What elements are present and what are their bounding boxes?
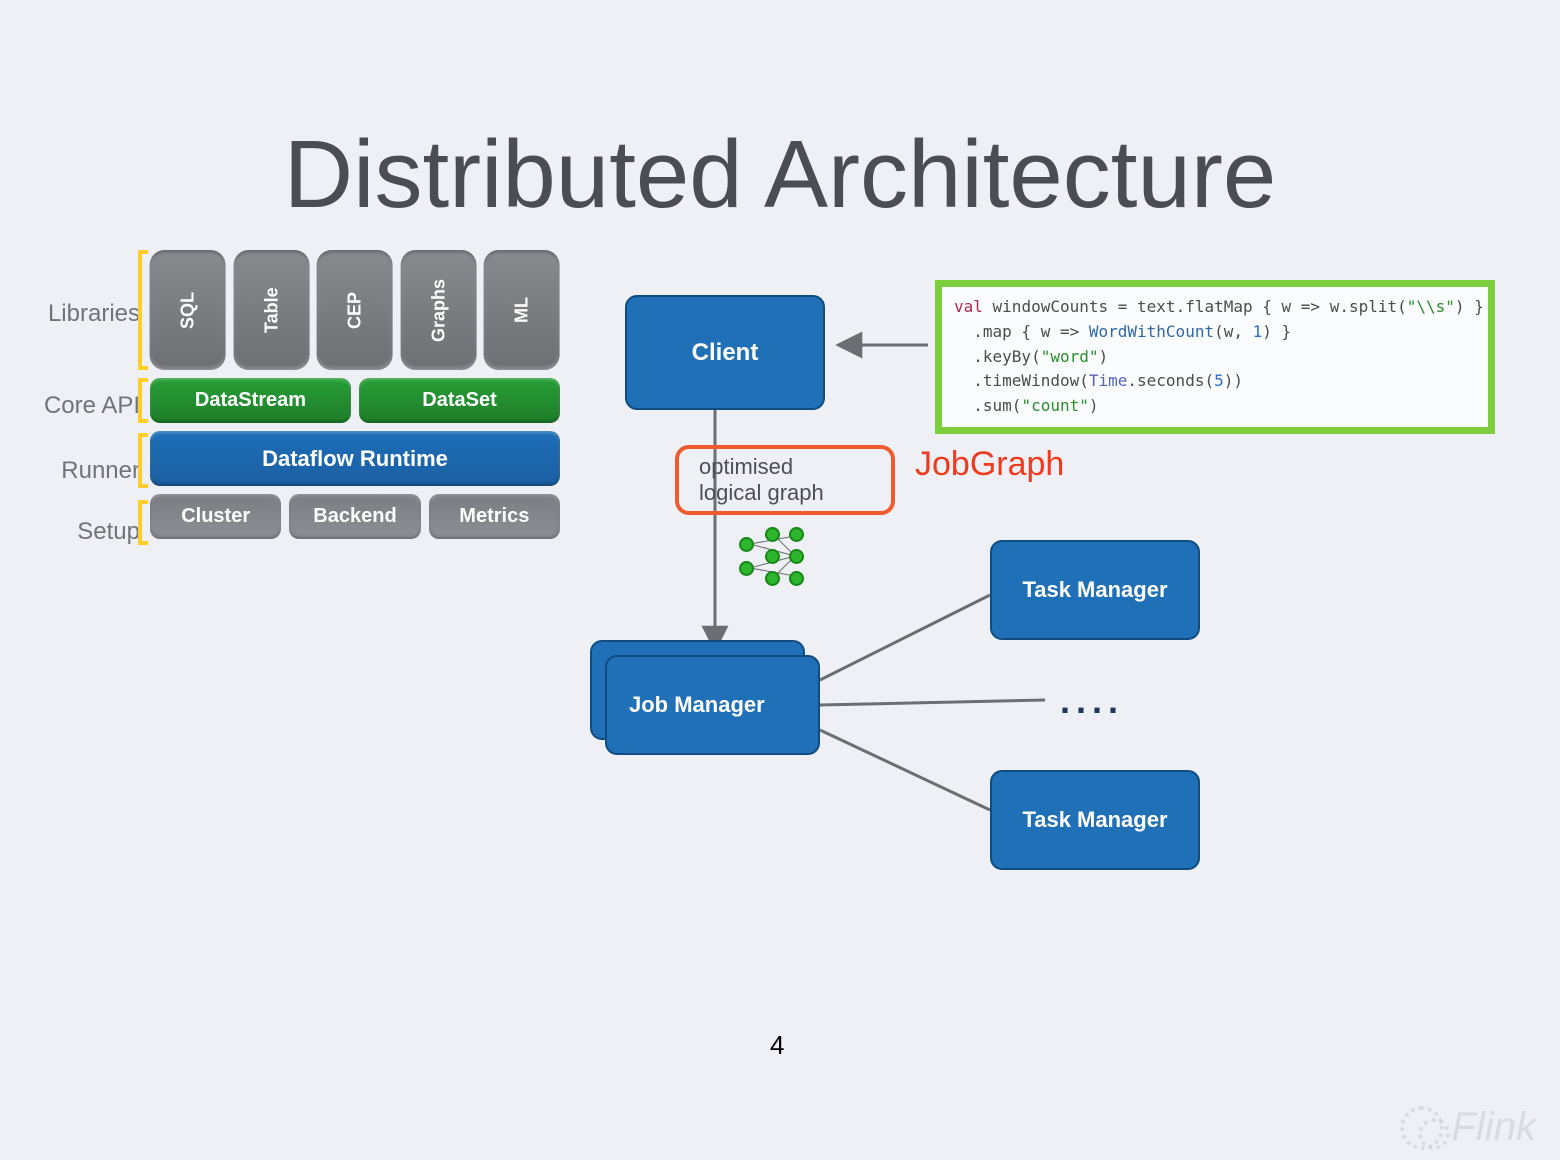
code-text: ) <box>1089 396 1099 415</box>
runner-row: Dataflow Runtime <box>150 431 560 486</box>
code-text: windowCounts <box>983 297 1118 316</box>
optimised-graph-label: optimised logical graph <box>675 445 895 515</box>
bracket-icon <box>138 250 148 370</box>
graph-nodes-icon <box>727 527 817 592</box>
code-text: .sum( <box>954 396 1021 415</box>
code-text: ) } <box>1262 322 1291 341</box>
label-core-api: Core API <box>44 392 140 420</box>
watermark: Flink <box>1400 1105 1536 1150</box>
setup-cluster: Cluster <box>150 494 281 539</box>
code-text: ) } <box>1455 297 1484 316</box>
layer-stack: Libraries Core API Runner Setup SQL Tabl… <box>150 250 560 547</box>
code-num: 5 <box>1214 371 1224 390</box>
libraries-row: SQL Table CEP Graphs ML <box>150 250 560 370</box>
code-kw: val <box>954 297 983 316</box>
code-text: .keyBy( <box>954 347 1041 366</box>
setup-backend: Backend <box>289 494 420 539</box>
lib-cep: CEP <box>317 250 393 370</box>
core-api-row: DataStream DataSet <box>150 378 560 423</box>
page-number: 4 <box>770 1030 784 1061</box>
code-str: "count" <box>1021 396 1088 415</box>
lib-ml: ML <box>484 250 560 370</box>
bracket-icon <box>138 378 148 423</box>
job-manager-box: Job Manager <box>605 655 820 755</box>
code-text: )) <box>1224 371 1243 390</box>
watermark-icon <box>1400 1106 1444 1150</box>
setup-row: Cluster Backend Metrics <box>150 494 560 539</box>
label-libraries: Libraries <box>48 300 140 328</box>
core-dataset: DataSet <box>359 378 560 423</box>
code-text: = text.flatMap { w => w.split( <box>1118 297 1407 316</box>
code-type: Time <box>1089 371 1128 390</box>
label-setup: Setup <box>77 518 140 546</box>
lib-graphs: Graphs <box>401 250 477 370</box>
opt-line2: logical graph <box>699 480 824 505</box>
code-text: .map { w => <box>954 322 1089 341</box>
code-fn: WordWithCount <box>1089 322 1214 341</box>
label-runner: Runner <box>61 457 140 485</box>
jobgraph-label: JobGraph <box>915 445 1064 484</box>
slide-title: Distributed Architecture <box>284 120 1276 230</box>
core-datastream: DataStream <box>150 378 351 423</box>
lib-table: Table <box>234 250 310 370</box>
code-text: .timeWindow( <box>954 371 1089 390</box>
watermark-text: Flink <box>1452 1105 1536 1150</box>
runner-dataflow: Dataflow Runtime <box>150 431 560 486</box>
task-manager-box-1: Task Manager <box>990 540 1200 640</box>
setup-metrics: Metrics <box>429 494 560 539</box>
code-text: (w, <box>1214 322 1253 341</box>
code-snippet: val windowCounts = text.flatMap { w => w… <box>935 280 1495 434</box>
lib-sql: SQL <box>150 250 226 370</box>
opt-line1: optimised <box>699 454 793 479</box>
code-text: .seconds( <box>1127 371 1214 390</box>
bracket-icon <box>138 500 148 545</box>
code-str: "\\s" <box>1407 297 1455 316</box>
ellipsis-label: .... <box>1060 680 1124 722</box>
bracket-icon <box>138 433 148 488</box>
code-str: "word" <box>1041 347 1099 366</box>
code-num: 1 <box>1253 322 1263 341</box>
task-manager-box-2: Task Manager <box>990 770 1200 870</box>
client-box: Client <box>625 295 825 410</box>
code-text: ) <box>1099 347 1109 366</box>
